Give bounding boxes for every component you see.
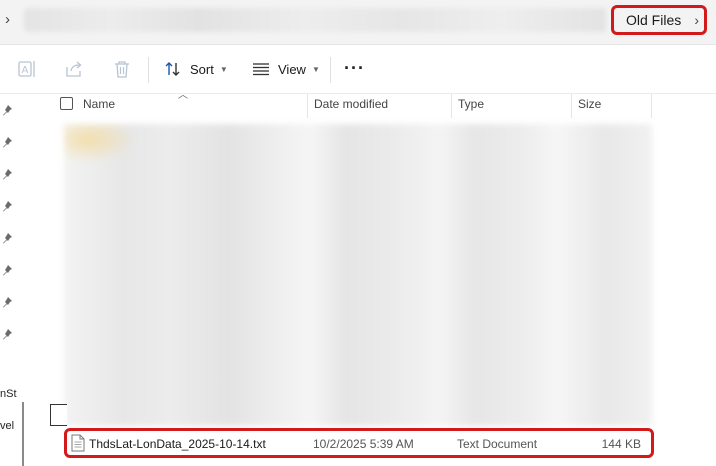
chevron-up-icon: ︿ xyxy=(178,90,188,101)
pin-icon[interactable] xyxy=(1,103,13,116)
column-divider[interactable] xyxy=(571,94,572,118)
file-type: Text Document xyxy=(457,437,538,451)
column-header-row: ︿ Name Date modified Type Size xyxy=(32,90,716,118)
file-explorer-window: › Old Files › A Sort ▼ View ▼ ··· nSt ve… xyxy=(0,0,716,466)
column-divider[interactable] xyxy=(307,94,308,118)
nav-scrollbar[interactable] xyxy=(22,402,24,466)
select-all-checkbox[interactable] xyxy=(60,97,73,110)
pin-icon[interactable] xyxy=(1,199,13,212)
column-header-name[interactable]: Name xyxy=(83,97,115,111)
chevron-right-icon[interactable]: › xyxy=(5,11,10,28)
view-button[interactable]: View ▼ xyxy=(251,57,320,81)
sort-label: Sort xyxy=(190,61,214,77)
pin-icon[interactable] xyxy=(1,167,13,180)
chevron-down-icon: ▼ xyxy=(219,64,228,74)
breadcrumb-label: Old Files xyxy=(626,12,682,28)
breadcrumb-old-files[interactable]: Old Files › xyxy=(611,5,707,35)
chevron-down-icon: ▼ xyxy=(311,64,320,74)
address-path-blurred xyxy=(24,8,606,32)
text-file-icon xyxy=(71,434,85,452)
view-icon xyxy=(253,63,269,76)
sort-icon xyxy=(165,62,180,76)
navigation-pane: nSt vel xyxy=(0,94,32,466)
row-checkbox[interactable] xyxy=(50,404,67,426)
column-divider[interactable] xyxy=(451,94,452,118)
svg-text:A: A xyxy=(22,65,29,76)
file-list-pane: ︿ Name Date modified Type Size ThdsLat-L… xyxy=(32,90,716,466)
command-bar: A Sort ▼ View ▼ ··· xyxy=(0,45,716,94)
file-size: 144 KB xyxy=(601,437,641,451)
pin-icon[interactable] xyxy=(1,135,13,148)
file-name: ThdsLat-LonData_2025-10-14.txt xyxy=(89,437,266,451)
pin-icon[interactable] xyxy=(1,295,13,308)
chevron-right-icon[interactable]: › xyxy=(694,12,699,28)
column-header-date-modified[interactable]: Date modified xyxy=(314,97,388,111)
table-row[interactable]: ThdsLat-LonData_2025-10-14.txt 10/2/2025… xyxy=(64,428,654,458)
pin-icon[interactable] xyxy=(1,327,13,340)
share-icon[interactable] xyxy=(62,57,86,81)
rename-icon[interactable]: A xyxy=(15,57,39,81)
view-label: View xyxy=(278,61,306,77)
nav-item-label[interactable]: nSt xyxy=(0,388,17,400)
more-options-icon[interactable]: ··· xyxy=(344,58,365,79)
pin-icon[interactable] xyxy=(1,231,13,244)
sort-button[interactable]: Sort ▼ xyxy=(163,57,228,81)
pin-icon[interactable] xyxy=(1,263,13,276)
column-header-size[interactable]: Size xyxy=(578,97,601,111)
blurred-file-list xyxy=(64,124,652,426)
nav-item-label[interactable]: vel xyxy=(0,420,14,432)
delete-icon[interactable] xyxy=(110,57,134,81)
toolbar-separator xyxy=(148,57,149,83)
column-header-type[interactable]: Type xyxy=(458,97,484,111)
file-date-modified: 10/2/2025 5:39 AM xyxy=(313,437,414,451)
column-divider[interactable] xyxy=(651,94,652,118)
address-bar[interactable]: › Old Files › xyxy=(0,0,716,45)
toolbar-separator xyxy=(330,57,331,83)
